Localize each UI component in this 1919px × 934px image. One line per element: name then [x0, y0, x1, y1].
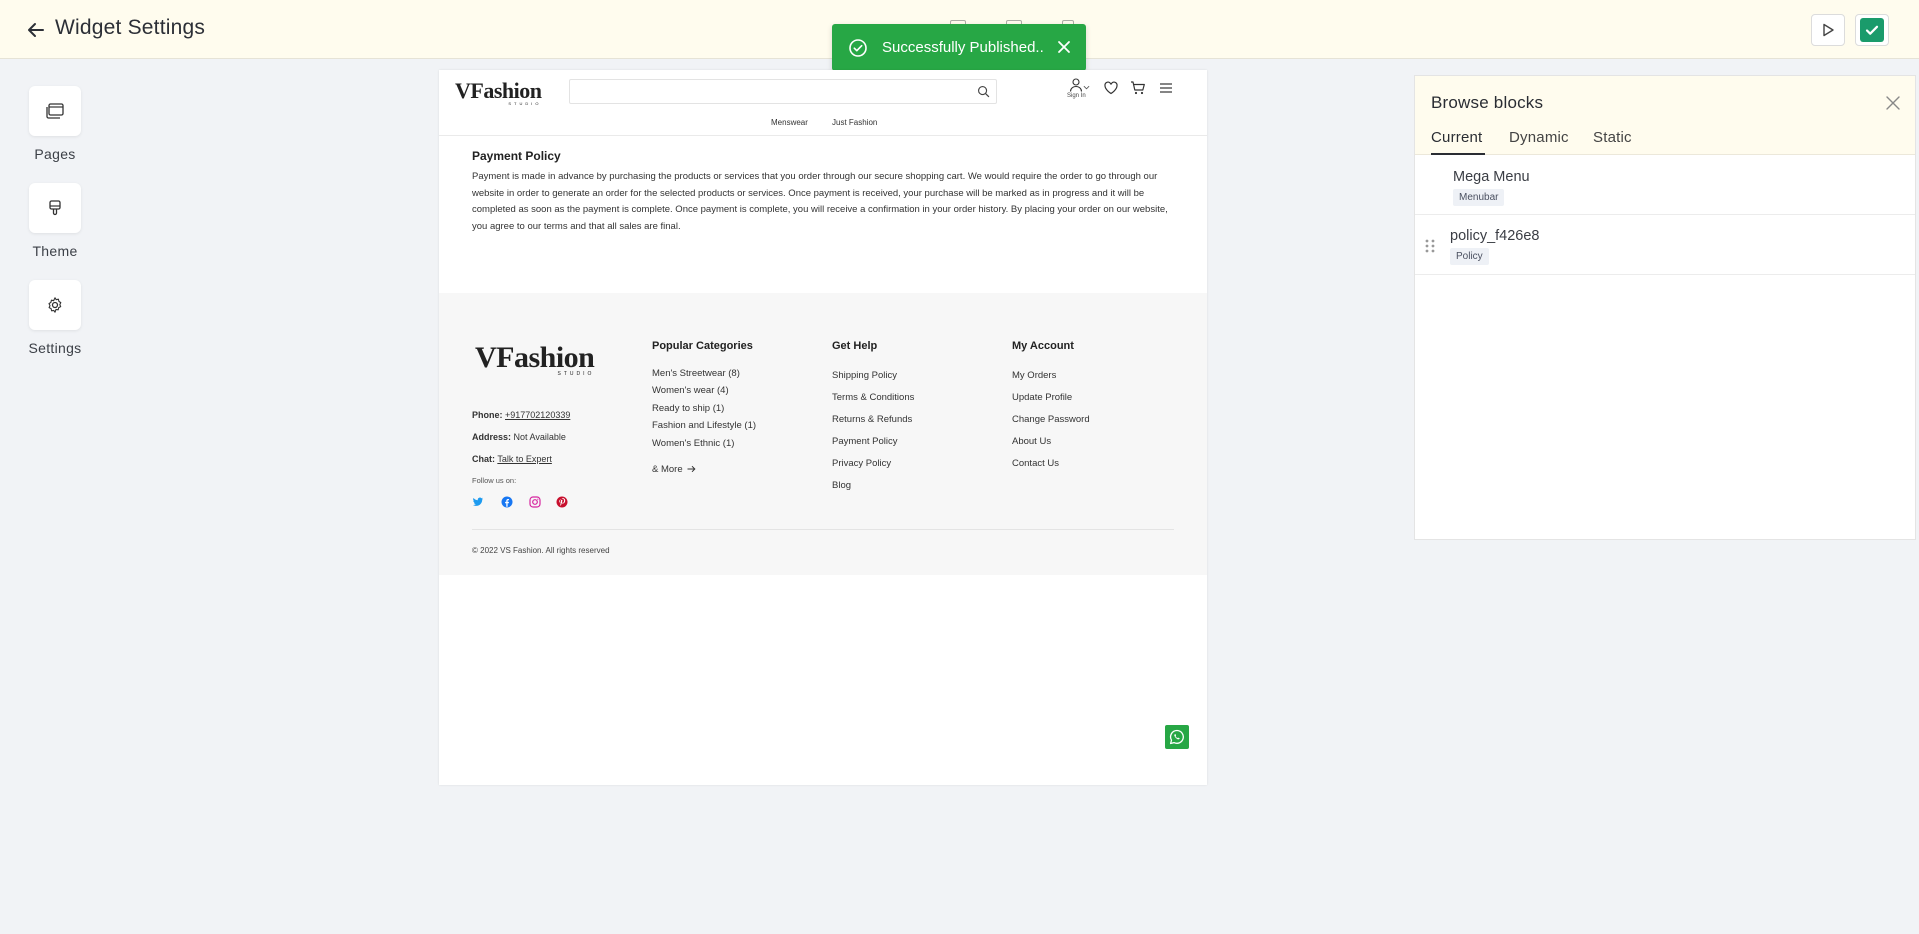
logo-text: VFashion — [455, 78, 542, 103]
close-icon[interactable] — [1056, 39, 1072, 55]
footer-link[interactable]: Women's wear (4) — [652, 385, 729, 396]
drag-handle-icon[interactable] — [1424, 238, 1436, 254]
site-header: VFashion STUDIO Sign In Menswear Just Fa… — [439, 70, 1207, 136]
arrow-right-icon — [687, 466, 696, 473]
save-button-inner — [1860, 18, 1884, 42]
site-footer: VFashion STUDIO Phone: +917702120339 Add… — [439, 293, 1207, 575]
sidenav-theme[interactable]: Theme — [24, 183, 86, 259]
footer-link[interactable]: Women's Ethnic (1) — [652, 438, 734, 449]
block-tag: Policy — [1450, 248, 1489, 265]
policy-title: Payment Policy — [472, 149, 561, 163]
footer-link[interactable]: Update Profile — [1012, 392, 1072, 403]
chat-link[interactable]: Talk to Expert — [497, 454, 552, 464]
address-value: Not Available — [513, 432, 566, 442]
footer-link[interactable]: About Us — [1012, 436, 1051, 447]
site-search-input[interactable] — [569, 79, 997, 104]
footer-link[interactable]: Blog — [832, 480, 851, 491]
footer-divider — [472, 529, 1174, 530]
phone-label: Phone: — [472, 410, 503, 420]
play-icon — [1823, 23, 1834, 37]
page-preview-canvas: VFashion STUDIO Sign In Menswear Just Fa… — [439, 70, 1207, 785]
cart-icon[interactable] — [1130, 80, 1146, 96]
close-icon[interactable] — [1884, 94, 1902, 112]
footer-link[interactable]: Privacy Policy — [832, 458, 891, 469]
copyright-text: © 2022 VS Fashion. All rights reserved — [472, 546, 610, 555]
block-tag: Menubar — [1453, 189, 1505, 206]
success-toast: Successfully Published.. — [832, 24, 1086, 71]
address-label: Address: — [472, 432, 512, 442]
footer-link[interactable]: Men's Streetwear (8) — [652, 368, 740, 379]
chevron-down-icon — [1083, 85, 1090, 90]
sidenav-label: Settings — [28, 340, 82, 356]
toast-message: Successfully Published.. — [882, 39, 1044, 56]
block-name: Mega Menu — [1453, 169, 1530, 185]
footer-link[interactable]: Terms & Conditions — [832, 392, 914, 403]
footer-link[interactable]: Payment Policy — [832, 436, 897, 447]
follow-label: Follow us on: — [472, 476, 517, 485]
block-row[interactable]: Mega Menu Menubar — [1415, 156, 1915, 215]
sidenav-settings[interactable]: Settings — [24, 280, 86, 356]
sidenav-label: Theme — [32, 243, 78, 259]
panel-header: Browse blocks Current Dynamic Static — [1415, 76, 1915, 155]
footer-link[interactable]: Ready to ship (1) — [652, 403, 724, 414]
site-logo[interactable]: VFashion STUDIO — [455, 78, 542, 106]
sidenav-label: Pages — [34, 146, 76, 162]
whatsapp-icon — [1169, 729, 1184, 745]
footer-col-title: Popular Categories — [652, 340, 753, 352]
user-icon[interactable] — [1068, 77, 1084, 93]
more-link[interactable]: & More — [652, 464, 696, 475]
more-label: & More — [652, 464, 683, 475]
search-icon[interactable] — [977, 85, 990, 98]
tab-current[interactable]: Current — [1431, 129, 1482, 146]
preview-button[interactable] — [1811, 14, 1845, 46]
footer-link[interactable]: Fashion and Lifestyle (1) — [652, 420, 756, 431]
brush-icon — [49, 200, 61, 216]
pinterest-icon[interactable] — [556, 496, 568, 508]
nav-link-menswear[interactable]: Menswear — [771, 118, 808, 127]
browse-blocks-panel: Browse blocks Current Dynamic Static Meg… — [1414, 75, 1916, 540]
phone-link[interactable]: +917702120339 — [505, 410, 570, 420]
back-arrow-icon[interactable] — [24, 18, 48, 42]
chat-label: Chat: — [472, 454, 495, 464]
policy-text: Payment is made in advance by purchasing… — [472, 171, 1168, 232]
twitter-icon[interactable] — [472, 496, 484, 508]
menu-icon[interactable] — [1158, 80, 1174, 96]
save-button[interactable] — [1855, 14, 1889, 46]
pages-button[interactable] — [29, 86, 81, 136]
logo-text: VFashion — [475, 341, 595, 374]
footer-link[interactable]: Returns & Refunds — [832, 414, 912, 425]
footer-logo[interactable]: VFashion STUDIO — [475, 341, 595, 377]
settings-button[interactable] — [29, 280, 81, 330]
tab-dynamic[interactable]: Dynamic — [1509, 129, 1569, 146]
tab-static[interactable]: Static — [1593, 129, 1632, 146]
pages-icon — [46, 103, 64, 119]
check-circle-icon — [849, 38, 867, 57]
gear-icon — [48, 297, 62, 313]
footer-col-title: My Account — [1012, 340, 1074, 352]
nav-link-just-fashion[interactable]: Just Fashion — [832, 118, 877, 127]
page-title: Widget Settings — [55, 16, 206, 39]
sign-in-label[interactable]: Sign In — [1067, 93, 1086, 99]
instagram-icon[interactable] — [529, 496, 541, 508]
footer-address: Address: Not Available — [472, 432, 566, 442]
check-icon — [1865, 25, 1879, 35]
footer-link[interactable]: My Orders — [1012, 370, 1056, 381]
facebook-icon[interactable] — [501, 496, 513, 508]
footer-link[interactable]: Change Password — [1012, 414, 1090, 425]
whatsapp-button[interactable] — [1165, 725, 1189, 749]
footer-chat: Chat: Talk to Expert — [472, 454, 552, 464]
footer-link[interactable]: Contact Us — [1012, 458, 1059, 469]
heart-icon[interactable] — [1103, 80, 1119, 96]
theme-button[interactable] — [29, 183, 81, 233]
active-tab-indicator — [1431, 153, 1485, 155]
block-row[interactable]: policy_f426e8 Policy — [1415, 216, 1915, 275]
footer-phone: Phone: +917702120339 — [472, 410, 570, 420]
panel-title: Browse blocks — [1431, 93, 1544, 112]
sidenav-pages[interactable]: Pages — [24, 86, 86, 162]
block-name: policy_f426e8 — [1450, 228, 1540, 244]
footer-col-title: Get Help — [832, 340, 878, 352]
footer-link[interactable]: Shipping Policy — [832, 370, 897, 381]
